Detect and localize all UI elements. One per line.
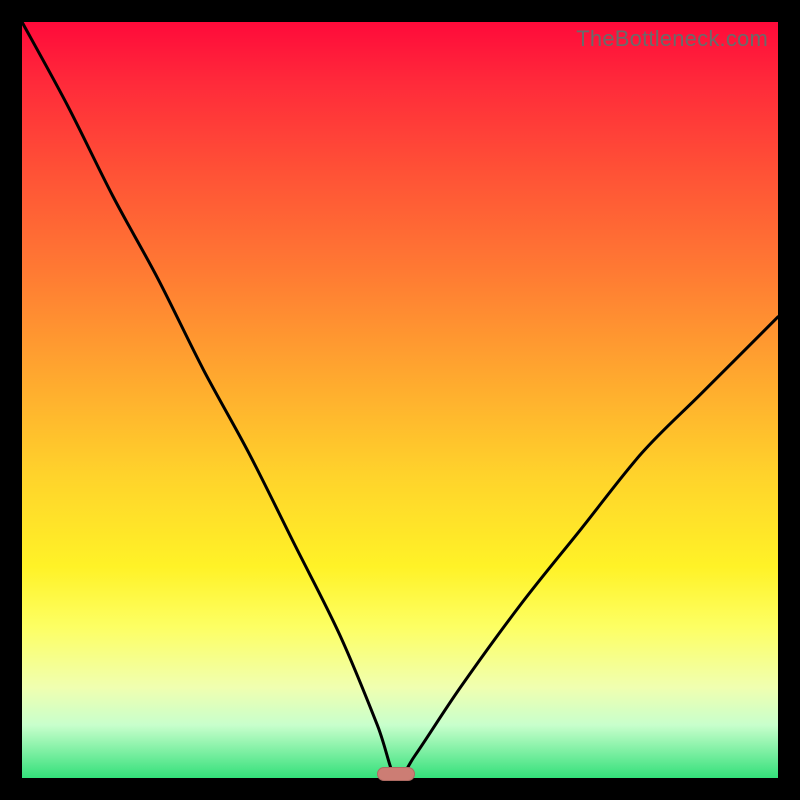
chart-frame: TheBottleneck.com <box>0 0 800 800</box>
optimal-point-marker <box>377 767 415 781</box>
plot-area: TheBottleneck.com <box>22 22 778 778</box>
bottleneck-curve <box>22 22 778 778</box>
